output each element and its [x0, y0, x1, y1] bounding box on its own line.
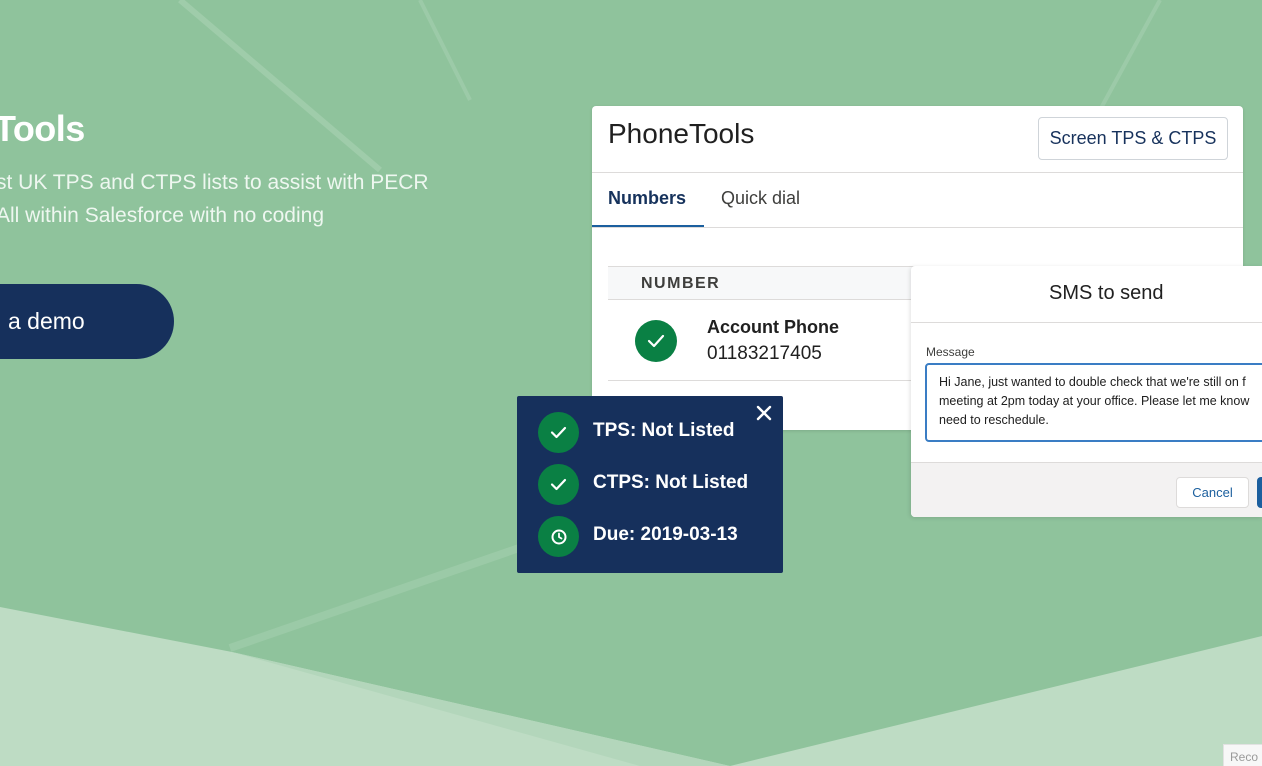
check-icon: [538, 412, 579, 453]
tps-status: TPS: Not Listed: [593, 420, 735, 441]
check-icon: [635, 320, 677, 362]
send-button[interactable]: [1257, 477, 1262, 508]
header-divider: [592, 172, 1243, 173]
hero-subtitle: st UK TPS and CTPS lists to assist with …: [0, 166, 476, 232]
cancel-label: Cancel: [1192, 485, 1233, 500]
ctps-status: CTPS: Not Listed: [593, 472, 749, 493]
recaptcha-badge[interactable]: Reco: [1223, 744, 1262, 766]
tab-numbers[interactable]: Numbers: [608, 188, 686, 209]
cancel-button[interactable]: Cancel: [1176, 477, 1249, 508]
hero-subtitle-line-2: All within Salesforce with no coding: [0, 204, 325, 227]
clock-icon: [538, 516, 579, 557]
sms-title: SMS to send: [1049, 282, 1164, 304]
message-textarea[interactable]: Hi Jane, just wanted to double check tha…: [925, 363, 1262, 442]
column-header-number: NUMBER: [641, 275, 721, 292]
book-demo-label: a demo: [8, 308, 85, 334]
screen-tps-ctps-button[interactable]: Screen TPS & CTPS: [1038, 117, 1228, 160]
sms-header-divider: [911, 322, 1262, 323]
check-icon: [538, 464, 579, 505]
status-popover: TPS: Not Listed CTPS: Not Listed Due: 20…: [517, 396, 783, 573]
row-phone-number: 01183217405: [707, 343, 822, 364]
sms-modal: SMS to send Message Hi Jane, just wanted…: [911, 266, 1262, 517]
due-date: Due: 2019-03-13: [593, 524, 738, 545]
sms-footer: Cancel: [911, 462, 1262, 517]
card-title: PhoneTools: [608, 118, 755, 149]
screen-button-label: Screen TPS & CTPS: [1049, 128, 1217, 148]
tabs-divider: [592, 227, 1243, 228]
hero-title: Tools: [0, 108, 85, 149]
hero-subtitle-line-1: st UK TPS and CTPS lists to assist with …: [0, 171, 429, 194]
row-name: Account Phone: [707, 317, 840, 337]
message-label: Message: [926, 345, 975, 359]
tab-quick-dial[interactable]: Quick dial: [721, 188, 800, 209]
book-demo-button[interactable]: a demo: [0, 284, 174, 359]
close-icon[interactable]: [753, 402, 775, 424]
